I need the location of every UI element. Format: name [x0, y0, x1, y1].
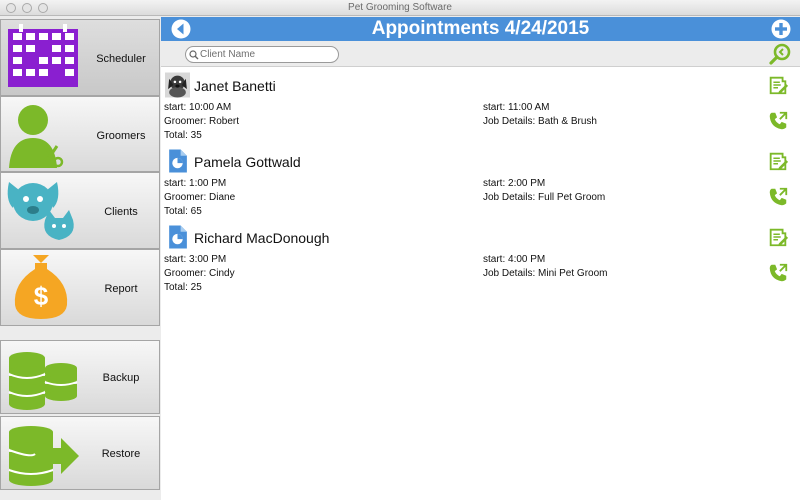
groomer-name: Groomer: Diane: [164, 192, 236, 203]
edit-note-icon[interactable]: [767, 74, 789, 96]
zoom-search-icon[interactable]: [768, 42, 792, 66]
groomer-name: Groomer: Cindy: [164, 268, 235, 279]
sidebar-item-label: Backup: [102, 372, 140, 384]
search-field[interactable]: [185, 46, 339, 63]
sidebar: Scheduler Groomers Clients $ Report Back…: [0, 17, 161, 500]
calendar-icon: [8, 24, 78, 87]
dog-cat-icon: [7, 182, 74, 240]
window-titlebar: Pet Grooming Software: [0, 0, 800, 16]
groomer-name: Groomer: Robert: [164, 116, 240, 127]
avatar-document-chart-icon: [169, 149, 187, 173]
appointment-row[interactable]: Pamela Gottwald start: 1:00 PM start: 2:00…: [161, 145, 800, 221]
start-time: start: 3:00 PM: [164, 254, 227, 265]
client-name-search-input[interactable]: [200, 48, 334, 61]
sidebar-item-report[interactable]: $ Report: [0, 249, 160, 326]
total-amount: Total: 65: [164, 206, 202, 217]
phone-call-icon[interactable]: [767, 110, 789, 132]
groomer-scissors-icon: [9, 105, 64, 168]
avatar-document-chart-icon: [169, 225, 187, 249]
total-amount: Total: 25: [164, 282, 202, 293]
end-time: start: 4:00 PM: [483, 254, 546, 265]
main-panel: Appointments 4/24/2015 Janet Banetti star…: [161, 17, 800, 500]
database-restore-icon: [8, 426, 79, 486]
client-name: Richard MacDonough: [194, 230, 330, 246]
appointment-row[interactable]: Richard MacDonough start: 3:00 PM start: 4…: [161, 221, 800, 297]
header-bar: Appointments 4/24/2015: [161, 17, 800, 41]
sidebar-item-label: Clients: [104, 206, 138, 218]
total-amount: Total: 35: [164, 130, 202, 141]
job-details: Job Details: Bath & Brush: [483, 116, 597, 127]
sidebar-item-label: Restore: [101, 448, 141, 460]
window-title: Pet Grooming Software: [348, 2, 452, 13]
job-details: Job Details: Mini Pet Groom: [483, 268, 608, 279]
start-time: start: 1:00 PM: [164, 178, 227, 189]
sidebar-item-scheduler[interactable]: Scheduler: [0, 19, 160, 96]
sidebar-item-clients[interactable]: Clients: [0, 172, 160, 249]
search-bar: [161, 41, 800, 67]
edit-note-icon[interactable]: [767, 150, 789, 172]
database-icon: [8, 352, 78, 410]
phone-call-icon[interactable]: [767, 186, 789, 208]
money-bag-icon: $: [14, 255, 68, 319]
sidebar-item-restore[interactable]: Restore: [0, 416, 160, 490]
end-time: start: 11:00 AM: [483, 102, 550, 113]
client-name: Pamela Gottwald: [194, 154, 301, 170]
start-time: start: 10:00 AM: [164, 102, 232, 113]
svg-text:$: $: [34, 281, 49, 311]
sidebar-item-label: Scheduler: [96, 53, 146, 65]
phone-call-icon[interactable]: [767, 262, 789, 284]
avatar-dog-photo: [165, 72, 190, 98]
sidebar-item-groomers[interactable]: Groomers: [0, 96, 160, 172]
add-icon[interactable]: [771, 19, 791, 39]
edit-note-icon[interactable]: [767, 226, 789, 248]
magnifier-icon: [189, 50, 199, 60]
page-title: Appointments 4/24/2015: [371, 18, 590, 39]
end-time: start: 2:00 PM: [483, 178, 546, 189]
appointment-row[interactable]: Janet Banetti start: 10:00 AM start: 11:00…: [161, 69, 800, 145]
client-name: Janet Banetti: [194, 78, 276, 94]
sidebar-item-backup[interactable]: Backup: [0, 340, 160, 414]
sidebar-item-label: Report: [104, 283, 138, 295]
job-details: Job Details: Full Pet Groom: [483, 192, 606, 203]
sidebar-item-label: Groomers: [96, 130, 146, 142]
